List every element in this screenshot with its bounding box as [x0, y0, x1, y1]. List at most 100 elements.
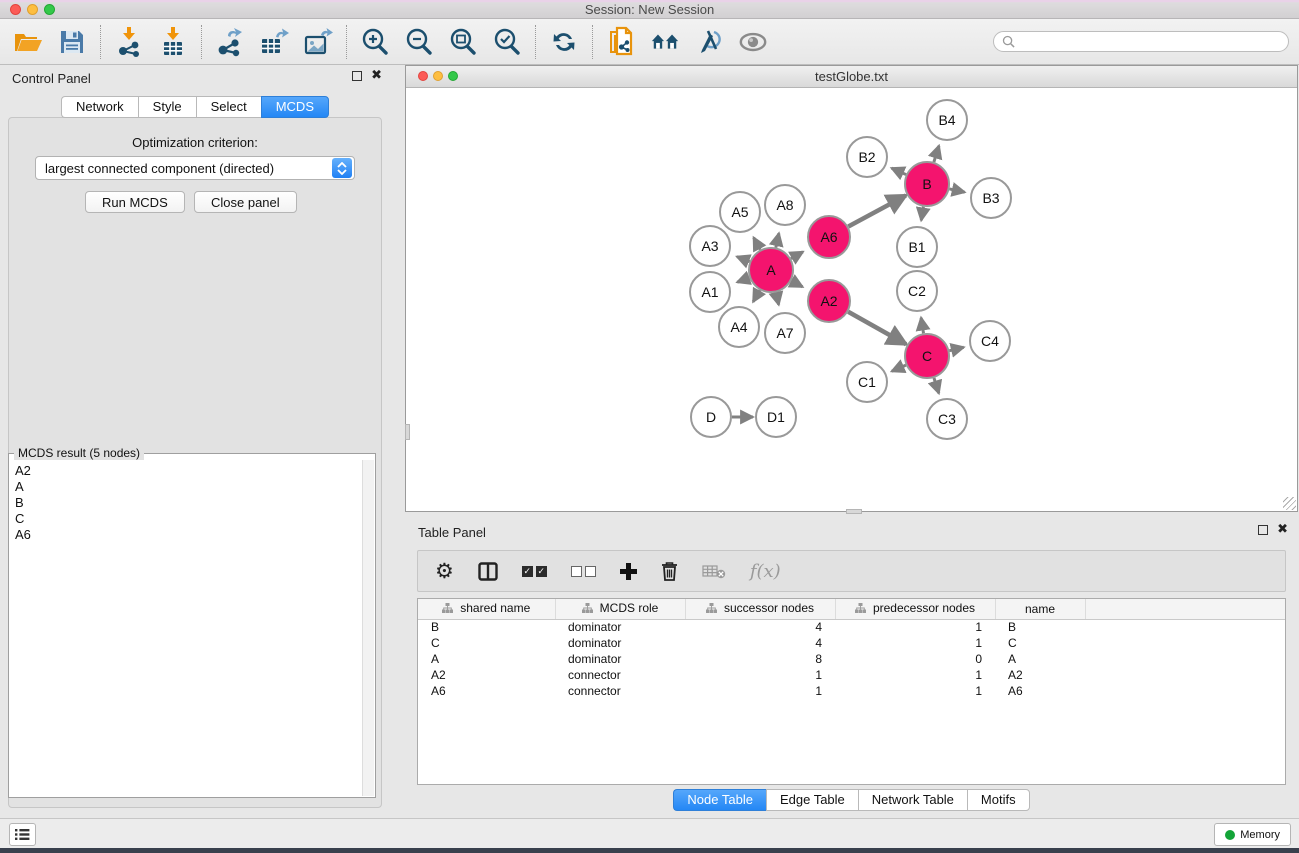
graph-node-C1[interactable]: C1	[847, 362, 887, 402]
table-cell[interactable]: dominator	[555, 619, 685, 635]
deselect-all-icon[interactable]	[571, 566, 596, 577]
table-options-gear-icon[interactable]: ⚙	[435, 561, 454, 582]
clone-network-icon[interactable]	[606, 27, 636, 57]
table-tab-network-table[interactable]: Network Table	[858, 789, 967, 811]
table-cell[interactable]: C	[418, 635, 555, 651]
mcds-result-item[interactable]: A2	[15, 463, 362, 479]
column-header-shared-name[interactable]: shared name	[418, 599, 555, 619]
table-cell[interactable]: 4	[685, 619, 835, 635]
graph-node-B2[interactable]: B2	[847, 137, 887, 177]
import-network-icon[interactable]	[114, 27, 144, 57]
control-tab-mcds[interactable]: MCDS	[261, 96, 329, 118]
search-box[interactable]	[993, 31, 1289, 52]
graph-node-B3[interactable]: B3	[971, 178, 1011, 218]
graph-node-D[interactable]: D	[691, 397, 731, 437]
column-header-predecessor-nodes[interactable]: predecessor nodes	[835, 599, 995, 619]
edge-C-C3[interactable]	[934, 378, 939, 393]
graph-node-A6[interactable]: A6	[808, 216, 850, 258]
edge-B-B4[interactable]	[934, 146, 939, 162]
mcds-result-item[interactable]: A	[15, 479, 362, 495]
table-cell[interactable]: 4	[685, 635, 835, 651]
mcds-result-item[interactable]: C	[15, 511, 362, 527]
table-cell[interactable]: dominator	[555, 635, 685, 651]
table-row[interactable]: Adominator80A	[418, 651, 1285, 667]
table-cell[interactable]: 1	[835, 619, 995, 635]
edge-A-A6[interactable]	[791, 252, 803, 259]
edge-C-C2[interactable]	[921, 318, 923, 334]
run-mcds-button[interactable]: Run MCDS	[85, 191, 185, 213]
search-input[interactable]	[1019, 35, 1280, 49]
edge-C-C1[interactable]	[892, 365, 906, 371]
graph-node-B[interactable]: B	[905, 162, 949, 206]
graph-node-C4[interactable]: C4	[970, 321, 1010, 361]
control-tab-network[interactable]: Network	[61, 96, 138, 118]
edge-A6-B[interactable]	[848, 195, 906, 226]
graph-node-A7[interactable]: A7	[765, 313, 805, 353]
show-graphics-icon[interactable]	[738, 27, 768, 57]
edge-A-A5[interactable]	[754, 238, 760, 250]
float-table-panel-icon[interactable]	[1258, 525, 1268, 535]
table-cell[interactable]: connector	[555, 667, 685, 683]
show-panels-button[interactable]	[9, 823, 36, 846]
graph-node-A8[interactable]: A8	[765, 185, 805, 225]
table-tab-motifs[interactable]: Motifs	[967, 789, 1030, 811]
table-row[interactable]: Cdominator41C	[418, 635, 1285, 651]
column-header-MCDS-role[interactable]: MCDS role	[555, 599, 685, 619]
table-cell[interactable]: 1	[835, 635, 995, 651]
network-view-titlebar[interactable]: testGlobe.txt	[406, 66, 1297, 88]
table-cell[interactable]: A2	[418, 667, 555, 683]
table-cell[interactable]: A6	[995, 683, 1085, 699]
table-cell[interactable]: A6	[418, 683, 555, 699]
table-cell[interactable]: 1	[835, 667, 995, 683]
graph-node-B4[interactable]: B4	[927, 100, 967, 140]
open-file-icon[interactable]	[13, 27, 43, 57]
table-tab-edge-table[interactable]: Edge Table	[766, 789, 858, 811]
edge-A-A7[interactable]	[776, 292, 779, 304]
mcds-result-item[interactable]: A6	[15, 527, 362, 543]
edge-A2-C[interactable]	[848, 312, 906, 344]
edge-A-A8[interactable]	[776, 233, 779, 247]
table-cell[interactable]: A	[418, 651, 555, 667]
column-selector-icon[interactable]	[478, 562, 498, 581]
table-cell[interactable]: 1	[835, 683, 995, 699]
edge-A-A3[interactable]	[737, 257, 750, 262]
graph-node-A1[interactable]: A1	[690, 272, 730, 312]
graph-node-C[interactable]: C	[905, 334, 949, 378]
delete-column-icon[interactable]	[661, 561, 678, 581]
splitter-handle-vertical[interactable]	[405, 424, 410, 440]
table-cell[interactable]: 8	[685, 651, 835, 667]
select-all-icon[interactable]: ✓✓	[522, 566, 547, 577]
table-cell[interactable]: connector	[555, 683, 685, 699]
close-panel-icon[interactable]: ✖	[371, 71, 382, 81]
table-row[interactable]: A6connector11A6	[418, 683, 1285, 699]
zoom-selected-icon[interactable]	[492, 27, 522, 57]
table-cell[interactable]: C	[995, 635, 1085, 651]
edge-A-A2[interactable]	[791, 281, 802, 287]
first-neighbors-icon[interactable]	[650, 27, 680, 57]
delete-table-icon[interactable]	[702, 563, 726, 579]
graph-node-C3[interactable]: C3	[927, 399, 967, 439]
edge-B-B1[interactable]	[921, 207, 923, 221]
close-table-panel-icon[interactable]: ✖	[1277, 525, 1288, 535]
control-tab-style[interactable]: Style	[138, 96, 196, 118]
edge-B-B3[interactable]	[949, 189, 964, 192]
save-session-icon[interactable]	[57, 27, 87, 57]
mcds-result-scrollbar[interactable]	[362, 460, 374, 796]
zoom-out-icon[interactable]	[404, 27, 434, 57]
edge-C-C4[interactable]	[949, 347, 963, 350]
table-row[interactable]: Bdominator41B	[418, 619, 1285, 635]
resize-grip-icon[interactable]	[1283, 497, 1296, 510]
network-canvas[interactable]: AA6A2BCA5A8A3A1A4A7B4B2B3B1C2C4C1C3DD1	[406, 88, 1297, 511]
table-cell[interactable]: dominator	[555, 651, 685, 667]
table-tab-node-table[interactable]: Node Table	[673, 789, 766, 811]
node-table[interactable]: shared nameMCDS rolesuccessor nodesprede…	[417, 598, 1286, 785]
network-graph[interactable]: AA6A2BCA5A8A3A1A4A7B4B2B3B1C2C4C1C3DD1	[406, 88, 1297, 512]
table-cell[interactable]: B	[418, 619, 555, 635]
column-header-successor-nodes[interactable]: successor nodes	[685, 599, 835, 619]
criterion-dropdown[interactable]: largest connected component (directed)	[35, 156, 355, 180]
column-header-name[interactable]: name	[995, 599, 1085, 619]
table-cell[interactable]: 1	[685, 683, 835, 699]
mcds-result-item[interactable]: B	[15, 495, 362, 511]
hide-graphics-icon[interactable]	[694, 27, 724, 57]
graph-node-B1[interactable]: B1	[897, 227, 937, 267]
